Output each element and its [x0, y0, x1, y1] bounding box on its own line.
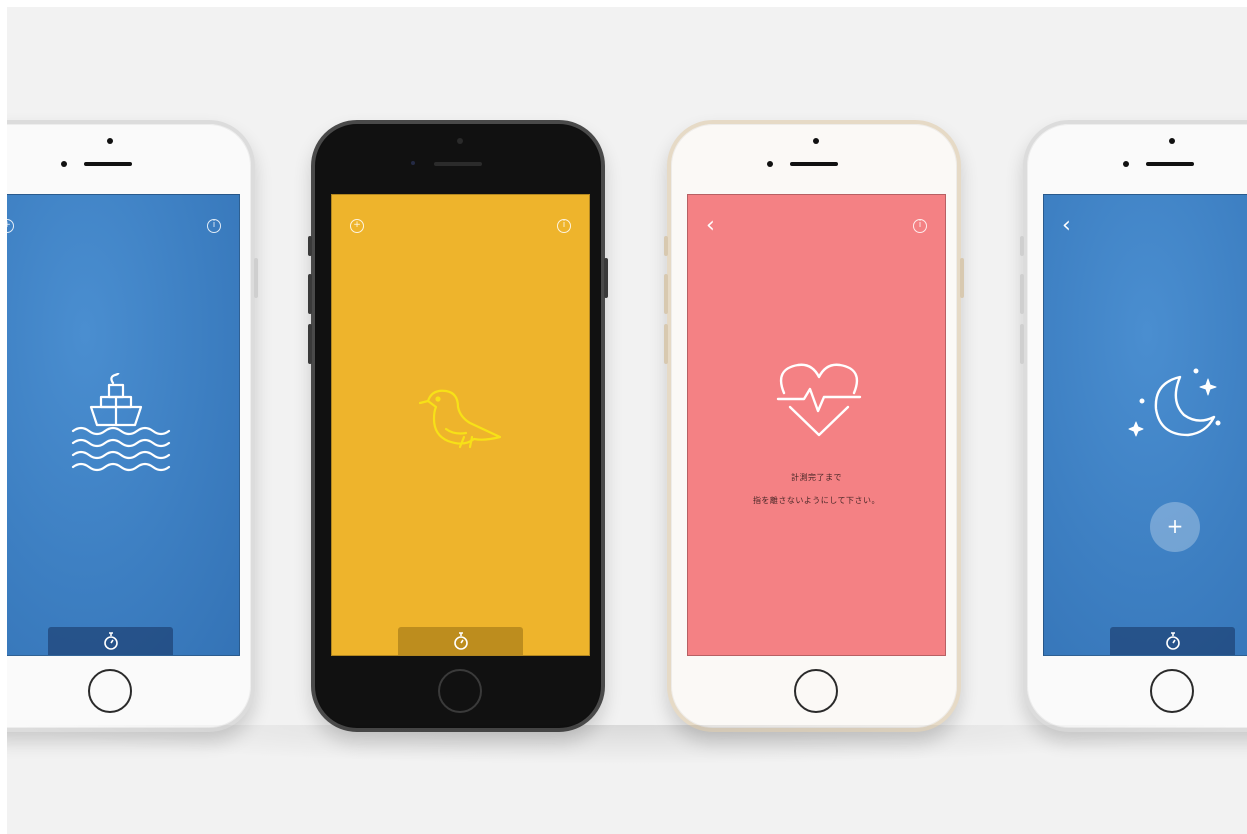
add-button[interactable]: +: [1150, 502, 1200, 552]
front-camera: [457, 138, 463, 144]
front-camera: [1169, 138, 1175, 144]
proximity-sensor: [1123, 161, 1129, 167]
stopwatch-icon: [104, 632, 118, 650]
phone-4-screen: ‹ +: [1043, 194, 1247, 656]
moon-stars-icon: [1122, 367, 1228, 457]
info-icon[interactable]: i: [557, 219, 571, 233]
stopwatch-tab[interactable]: [398, 627, 523, 655]
heartbeat-icon: [774, 361, 864, 445]
home-button[interactable]: [794, 669, 838, 713]
stopwatch-icon: [454, 632, 468, 650]
front-camera: [107, 138, 113, 144]
front-camera: [813, 138, 819, 144]
stopwatch-icon: [1166, 632, 1180, 650]
proximity-sensor: [411, 161, 415, 165]
earpiece-speaker: [790, 162, 838, 166]
home-button[interactable]: [88, 669, 132, 713]
ship-on-waves-icon: [63, 368, 173, 477]
proximity-sensor: [767, 161, 773, 167]
earpiece-speaker: [84, 162, 132, 166]
earpiece-speaker: [434, 162, 482, 166]
home-button[interactable]: [1150, 669, 1194, 713]
phone-1-screen: + i: [7, 194, 240, 656]
add-icon[interactable]: +: [7, 219, 14, 233]
proximity-sensor: [61, 161, 67, 167]
instruction-line-1: 計測完了まで: [791, 473, 842, 482]
phone-1: + i: [7, 120, 258, 732]
phone-3-screen: ‹ i 計測完了まで 指を離さないようにして下さい。: [687, 194, 946, 656]
stopwatch-tab[interactable]: [1110, 627, 1235, 655]
showcase-stage: + i: [7, 7, 1247, 834]
info-icon[interactable]: i: [913, 219, 927, 233]
back-chevron-icon[interactable]: ‹: [1062, 215, 1071, 237]
home-button[interactable]: [438, 669, 482, 713]
bird-icon: [416, 385, 512, 461]
add-icon[interactable]: +: [350, 219, 364, 233]
earpiece-speaker: [1146, 162, 1194, 166]
phone-4: ‹ +: [1020, 120, 1247, 732]
phone-2: + i: [308, 120, 608, 732]
info-icon[interactable]: i: [207, 219, 221, 233]
back-chevron-icon[interactable]: ‹: [706, 215, 715, 237]
phone-3: ‹ i 計測完了まで 指を離さないようにして下さい。: [664, 120, 964, 732]
stopwatch-tab[interactable]: [48, 627, 173, 655]
instruction-line-2: 指を離さないようにして下さい。: [752, 496, 881, 505]
phone-2-screen: + i: [331, 194, 590, 656]
